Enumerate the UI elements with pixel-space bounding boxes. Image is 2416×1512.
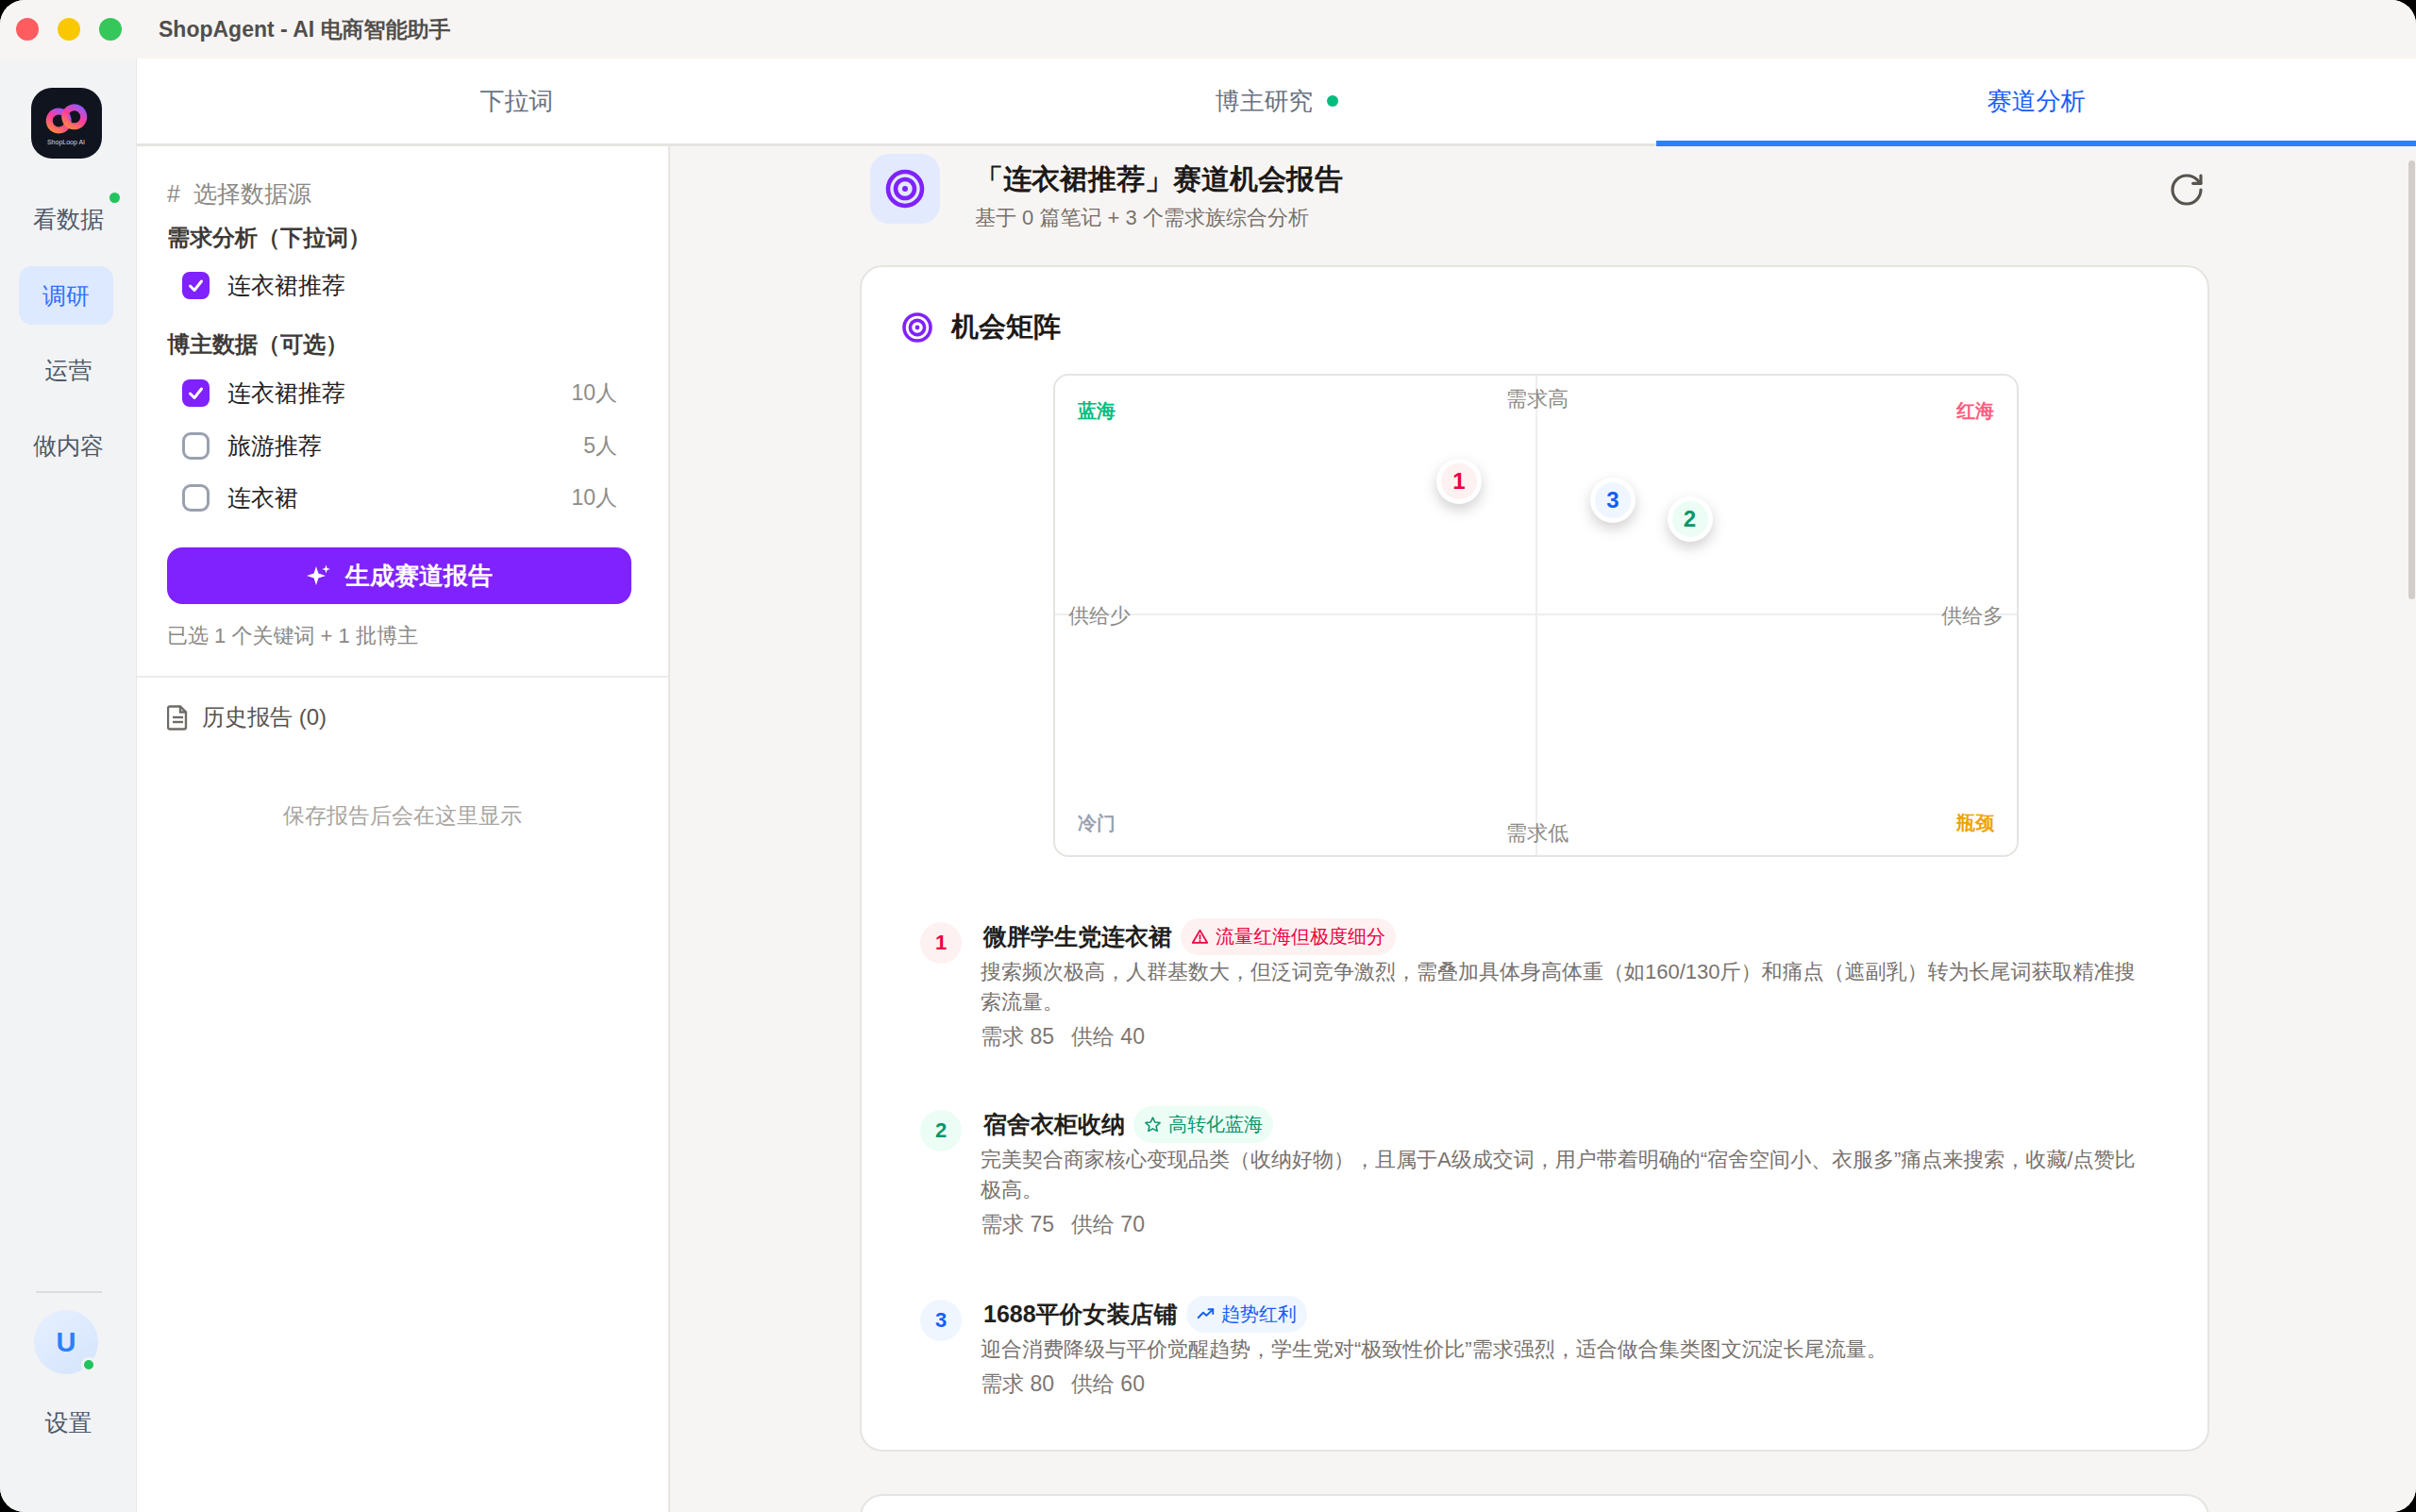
supply-stat: 供给 60 [1071, 1369, 1145, 1399]
history-title: 历史报告 (0) [202, 702, 327, 732]
opportunity-title: 1688平价女装店铺 [983, 1299, 1178, 1330]
opportunity-desc: 完美契合商家核心变现品类（收纳好物），且属于A级成交词，用户带着明确的“宿舍空间… [981, 1145, 2145, 1205]
sidebar-item-yunying[interactable]: 运营 [0, 341, 137, 399]
group-label-demand: 需求分析（下拉词） [167, 225, 371, 251]
blogger-count: 5人 [583, 431, 617, 461]
opportunity-matrix-chart: 蓝海 红海 冷门 瓶颈 需求高 需求低 供给少 供给多 1 23 [1053, 374, 2019, 857]
opportunity-title: 宿舍衣柜收纳 [983, 1109, 1125, 1140]
app-window: ShopAgent - AI 电商智能助手 ShopLoop AI [0, 0, 2416, 1512]
document-icon [167, 705, 189, 731]
generate-report-button[interactable]: 生成赛道报告 [167, 547, 631, 604]
avatar-status-dot [81, 1357, 96, 1372]
checkbox-unchecked[interactable] [182, 432, 210, 460]
opportunity-title: 微胖学生党连衣裙 [983, 921, 1172, 952]
matrix-bubble-2[interactable]: 2 [1668, 496, 1713, 542]
avatar-letter: U [57, 1327, 76, 1358]
tab-bozhuyanjiu[interactable]: 博主研究 [897, 59, 1656, 143]
opportunity-tag: 高转化蓝海 [1133, 1106, 1273, 1143]
tab-saidaofenxi[interactable]: 赛道分析 [1656, 59, 2416, 143]
axis-label-demand-low: 需求低 [1506, 819, 1569, 848]
bullseye-icon [900, 311, 934, 344]
demand-stat: 需求 80 [981, 1369, 1054, 1399]
history-empty-text: 保存报告后会在这里显示 [137, 801, 668, 831]
opportunity-desc: 迎合消费降级与平价觉醒趋势，学生党对“极致性价比”需求强烈，适合做合集类图文沉淀… [981, 1335, 2145, 1365]
checkbox-row-blogger-3[interactable]: 连衣裙 10人 [182, 483, 617, 512]
chart-hline [1055, 613, 2017, 615]
checkbox-unchecked[interactable] [182, 484, 210, 512]
zoom-window-button[interactable] [99, 18, 122, 41]
opportunity-item-1: 1 微胖学生党连衣裙 流量红海但极度细分 [920, 916, 2149, 1051]
quadrant-label-bottleneck: 瓶颈 [1956, 811, 1994, 836]
hash-icon: # [167, 180, 180, 208]
opportunity-item-2: 2 宿舍衣柜收纳 高转化蓝海 完美契合商家核心变现品类（收纳好物），且属于A级成… [920, 1103, 2149, 1239]
tabbar: 下拉词 博主研究 赛道分析 [137, 59, 2416, 146]
quadrant-label-cold: 冷门 [1078, 811, 1116, 836]
panel-section-head: # 选择数据源 [167, 180, 311, 207]
app-logo: ShopLoop AI [31, 88, 102, 159]
axis-label-demand-high: 需求高 [1506, 385, 1569, 413]
report-subtitle: 基于 0 篇笔记 + 3 个需求族综合分析 [975, 204, 1309, 232]
matrix-bubble-3[interactable]: 3 [1590, 478, 1636, 523]
demand-stat: 需求 75 [981, 1210, 1054, 1239]
minimize-window-button[interactable] [58, 18, 80, 41]
next-card [860, 1494, 2209, 1512]
refresh-button[interactable] [2168, 171, 2206, 209]
checkbox-checked[interactable] [182, 272, 210, 299]
supply-stat: 供给 40 [1071, 1022, 1145, 1051]
panel-divider [137, 676, 668, 678]
sidebar: ShopLoop AI 看数据 调研 运营 做内容 U 设置 [0, 59, 137, 1512]
matrix-bubble-1[interactable]: 1 [1436, 459, 1482, 504]
main-content: 「连衣裙推荐」赛道机会报告 基于 0 篇笔记 + 3 个需求族综合分析 [670, 146, 2416, 1512]
chart-vline [1535, 376, 1537, 855]
axis-label-supply-high: 供给多 [1941, 602, 2004, 630]
panel-section-title: 选择数据源 [193, 178, 311, 210]
refresh-icon [2168, 171, 2206, 209]
checkbox-row-lianyiqun-tuijian[interactable]: 连衣裙推荐 [182, 271, 617, 299]
checkbox-row-blogger-2[interactable]: 旅游推荐 5人 [182, 431, 617, 460]
sidebar-item-zuoneirong[interactable]: 做内容 [0, 416, 137, 475]
history-section-head: 历史报告 (0) [167, 703, 327, 731]
rank-badge: 3 [920, 1300, 962, 1341]
matrix-card-title: 机会矩阵 [951, 309, 1061, 346]
opportunity-tag: 趋势红利 [1186, 1296, 1307, 1333]
opportunity-desc: 搜索频次极高，人群基数大，但泛词竞争激烈，需叠加具体身高体重（如160/130斤… [981, 957, 2145, 1017]
opportunity-matrix-card: 机会矩阵 蓝海 红海 冷门 瓶颈 需求高 需求低 供给少 供给 [860, 265, 2209, 1452]
quadrant-label-bluesea: 蓝海 [1078, 398, 1116, 424]
supply-stat: 供给 70 [1071, 1210, 1145, 1239]
demand-stat: 需求 85 [981, 1022, 1054, 1051]
rank-badge: 2 [920, 1110, 962, 1151]
warning-icon [1191, 928, 1209, 946]
scrollbar-thumb[interactable] [2408, 160, 2415, 599]
axis-label-supply-low: 供给少 [1068, 602, 1131, 630]
sidebar-divider [36, 1291, 102, 1293]
report-icon [870, 154, 940, 224]
tab-xialaci[interactable]: 下拉词 [137, 59, 897, 143]
close-window-button[interactable] [16, 18, 39, 41]
opportunity-tag: 流量红海但极度细分 [1181, 918, 1396, 955]
window-title: ShopAgent - AI 电商智能助手 [159, 0, 451, 59]
titlebar: ShopAgent - AI 电商智能助手 [0, 0, 2416, 59]
opportunity-item-3: 3 1688平价女装店铺 趋势红利 迎合消费降 [920, 1293, 2149, 1399]
logo-caption-text: ShopLoop AI [47, 139, 85, 146]
trending-up-icon [1197, 1305, 1215, 1323]
tab-notification-dot [1327, 95, 1338, 107]
blogger-count: 10人 [571, 483, 617, 512]
bullseye-icon [883, 167, 927, 210]
data-source-panel: # 选择数据源 需求分析（下拉词） 连衣裙推荐 博主数据（可选） [137, 146, 670, 1512]
report-title: 「连衣裙推荐」赛道机会报告 [975, 160, 1343, 199]
rank-badge: 1 [920, 922, 962, 964]
sparkle-icon [306, 563, 332, 589]
checkbox-checked[interactable] [182, 379, 210, 407]
group-label-blogger: 博主数据（可选） [167, 331, 348, 358]
checkbox-row-blogger-1[interactable]: 连衣裙推荐 10人 [182, 378, 617, 407]
sidebar-item-diaoyan[interactable]: 调研 [19, 266, 113, 325]
sidebar-item-settings[interactable]: 设置 [0, 1393, 137, 1452]
sidebar-item-kanshuju[interactable]: 看数据 [0, 190, 137, 248]
quadrant-label-redsea: 红海 [1956, 398, 1994, 424]
star-icon [1144, 1116, 1162, 1134]
selection-summary: 已选 1 个关键词 + 1 批博主 [167, 622, 418, 650]
blogger-count: 10人 [571, 378, 617, 408]
